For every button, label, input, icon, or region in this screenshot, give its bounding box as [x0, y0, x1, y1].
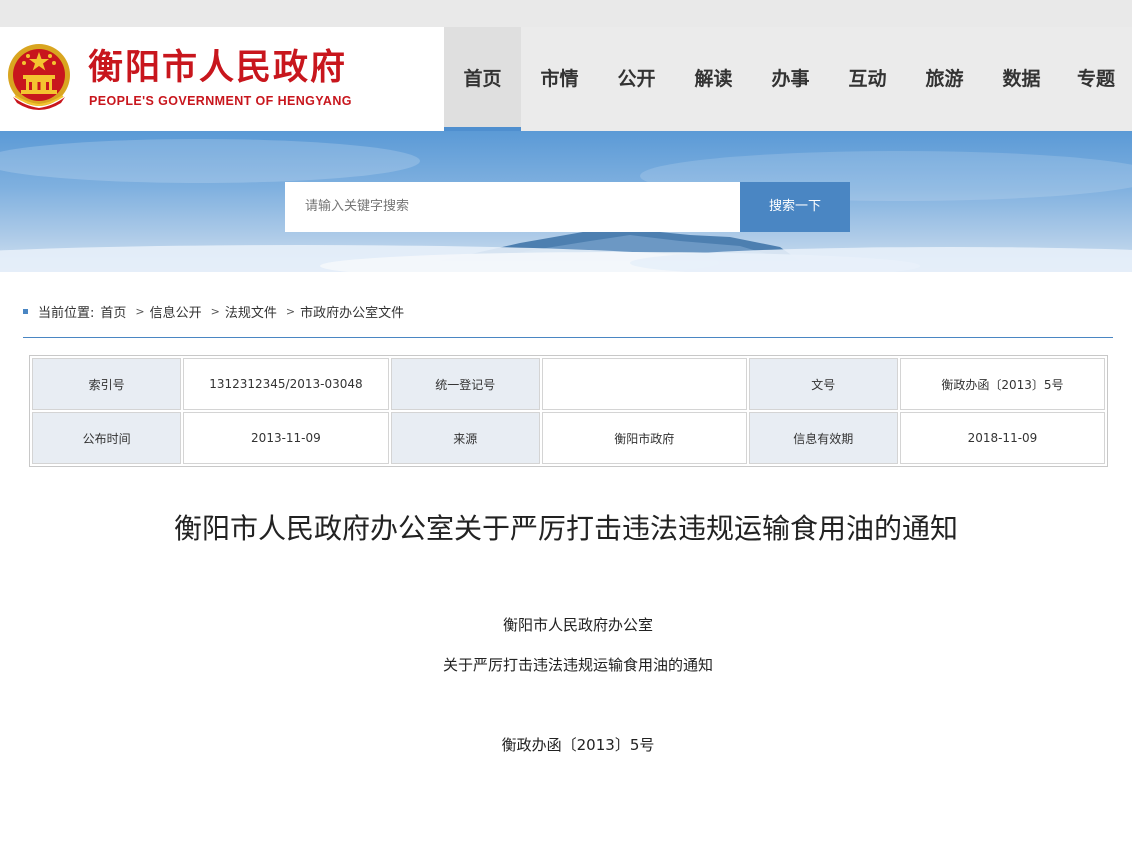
breadcrumb-item-info-public[interactable]: 信息公开 — [150, 302, 202, 321]
nav-item-tourism[interactable]: 旅游 — [906, 27, 983, 131]
validity-value: 2018-11-09 — [899, 412, 1105, 464]
publish-date-value: 2013-11-09 — [183, 412, 389, 464]
breadcrumb: 当前位置: 首页 > 信息公开 > 法规文件 > 市政府办公室文件 — [23, 301, 404, 321]
search-button[interactable]: 搜索一下 — [740, 182, 850, 232]
breadcrumb-marker-icon — [23, 308, 28, 314]
nav-item-interpretation[interactable]: 解读 — [675, 27, 752, 131]
source-value: 衡阳市政府 — [541, 412, 747, 464]
registration-number-value — [541, 358, 747, 410]
breadcrumb-prefix: 当前位置: — [38, 305, 95, 321]
site-title: 衡阳市人民政府 — [88, 48, 348, 88]
document-number: 衡政办函〔2013〕5号 — [501, 736, 655, 754]
nav-item-topics[interactable]: 专题 — [1060, 27, 1132, 131]
document-number-label: 文号 — [748, 358, 898, 410]
document-subject: 关于严厉打击违法违规运输食用油的通知 — [442, 656, 713, 674]
nav-item-public[interactable]: 公开 — [598, 27, 675, 131]
source-label: 来源 — [390, 412, 540, 464]
breadcrumb-separator: > — [135, 304, 145, 318]
breadcrumb-separator: > — [210, 304, 220, 318]
nav-item-interaction[interactable]: 互动 — [829, 27, 906, 131]
index-number-value: 1312312345/2013-03048 — [183, 358, 389, 410]
breadcrumb-item-home[interactable]: 首页 — [100, 302, 126, 321]
registration-number-label: 统一登记号 — [390, 358, 540, 410]
search-input[interactable] — [285, 182, 740, 232]
document-info-table: 索引号 1312312345/2013-03048 统一登记号 文号 衡政办函〔… — [29, 355, 1108, 467]
breadcrumb-separator: > — [285, 304, 296, 318]
nav-item-data[interactable]: 数据 — [983, 27, 1060, 131]
table-row: 公布时间 2013-11-09 来源 衡阳市政府 信息有效期 2018-11-0… — [32, 412, 1105, 464]
breadcrumb-item-regulations[interactable]: 法规文件 — [225, 302, 277, 321]
top-strip — [0, 0, 1132, 27]
breadcrumb-divider — [23, 337, 1113, 338]
breadcrumb-item-office-docs[interactable]: 市政府办公室文件 — [300, 302, 404, 321]
nav-item-services[interactable]: 办事 — [752, 27, 829, 131]
national-emblem-icon — [8, 44, 70, 110]
search-banner: 搜索一下 — [0, 131, 1132, 272]
document-issuer: 衡阳市人民政府办公室 — [502, 616, 653, 634]
document-number-value: 衡政办函〔2013〕5号 — [899, 358, 1105, 410]
nav-item-city-info[interactable]: 市情 — [521, 27, 598, 131]
main-nav: 首页 市情 公开 解读 办事 互动 旅游 数据 专题 — [444, 27, 1132, 131]
validity-label: 信息有效期 — [748, 412, 898, 464]
index-number-label: 索引号 — [32, 358, 182, 410]
table-row: 索引号 1312312345/2013-03048 统一登记号 文号 衡政办函〔… — [32, 358, 1105, 410]
site-header: 衡阳市人民政府 PEOPLE'S GOVERNMENT OF HENGYANG … — [0, 27, 1132, 131]
publish-date-label: 公布时间 — [32, 412, 182, 464]
nav-item-home[interactable]: 首页 — [444, 27, 521, 131]
site-subtitle: PEOPLE'S GOVERNMENT OF HENGYANG — [89, 94, 352, 108]
logo-area[interactable]: 衡阳市人民政府 PEOPLE'S GOVERNMENT OF HENGYANG — [0, 27, 444, 131]
document-title: 衡阳市人民政府办公室关于严厉打击违法违规运输食用油的通知 — [173, 512, 958, 545]
